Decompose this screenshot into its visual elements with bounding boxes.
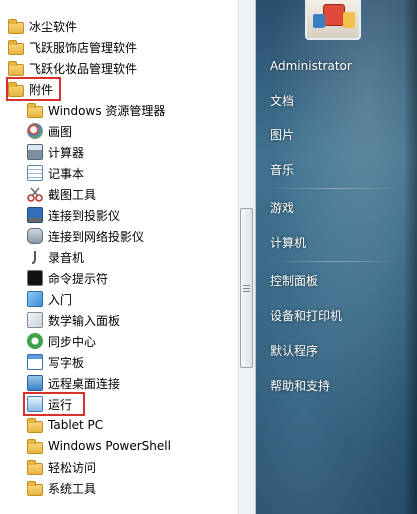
list-item-label: 录音机 [48,250,85,265]
list-item-label: 飞跃服饰店管理软件 [29,40,138,55]
list-item-network-projector[interactable]: 连接到网络投影仪 [27,226,144,246]
folder-icon [27,417,43,433]
cmd-icon [27,270,43,286]
list-item-sync-center[interactable]: 同步中心 [27,331,96,351]
list-item-snipping-tool[interactable]: 截图工具 [27,184,96,204]
right-link-default-programs[interactable]: 默认程序 [270,342,318,360]
right-link-pictures[interactable]: 图片 [270,126,294,144]
list-item-remote-desktop[interactable]: 远程桌面连接 [27,373,120,393]
explorer-icon [27,102,43,118]
list-item-label: 运行 [48,397,73,412]
list-item-label: 入门 [48,292,73,307]
projector-icon [27,207,43,223]
list-item-label: 远程桌面连接 [48,376,121,391]
list-item-folder[interactable]: 飞跃化妆品管理软件 [8,58,137,78]
programs-list: 冰尘软件 飞跃服饰店管理软件 飞跃化妆品管理软件 附件 Windows 资源管理… [0,0,238,514]
list-item-run[interactable]: 运行 [27,394,72,414]
right-link-games[interactable]: 游戏 [270,199,294,217]
folder-icon [8,18,24,34]
list-item-label: 系统工具 [48,481,97,496]
microphone-icon [27,249,43,265]
list-item-label: 计算器 [48,145,85,160]
list-item-label: Windows 资源管理器 [48,103,166,118]
list-item-projector[interactable]: 连接到投影仪 [27,205,120,225]
scissors-icon [27,186,43,202]
right-link-music[interactable]: 音乐 [270,161,294,179]
list-item-explorer[interactable]: Windows 资源管理器 [27,100,165,120]
right-link-administrator[interactable]: Administrator [270,57,352,75]
paint-icon [27,123,43,139]
list-item-folder[interactable]: 飞跃服饰店管理软件 [8,37,137,57]
list-item-label: 画图 [48,124,73,139]
list-item-math-input[interactable]: 数学输入面板 [27,310,120,330]
folder-icon [8,39,24,55]
scrollbar-grip [243,291,250,292]
user-picture-toy-red [323,4,345,26]
list-item-paint[interactable]: 画图 [27,121,72,141]
remote-desktop-icon [27,375,43,391]
list-item-label: Windows PowerShell [48,439,171,453]
sync-icon [27,333,43,349]
folder-icon [8,60,24,76]
getting-started-icon [27,291,43,307]
list-item-command-prompt[interactable]: 命令提示符 [27,268,108,288]
list-item-label: Tablet PC [48,418,104,432]
list-item-label: 命令提示符 [48,271,109,286]
user-picture-toy-blue [313,14,325,28]
list-item-sound-recorder[interactable]: 录音机 [27,247,84,267]
scrollbar-grip [243,285,250,286]
list-item-label: 连接到网络投影仪 [48,229,145,244]
list-item-folder[interactable]: Windows PowerShell [27,436,171,456]
list-item-accessories-folder[interactable]: 附件 [8,79,53,99]
list-item-folder[interactable]: 轻松访问 [27,457,96,477]
list-item-label: 连接到投影仪 [48,208,121,223]
right-link-help-support[interactable]: 帮助和支持 [270,377,330,395]
start-menu-right-pane [256,0,417,514]
list-item-label: 截图工具 [48,187,97,202]
folder-icon [8,81,24,97]
right-separator [266,188,401,189]
right-link-control-panel[interactable]: 控制面板 [270,272,318,290]
folder-icon [27,459,43,475]
folder-icon [27,438,43,454]
list-item-calculator[interactable]: 计算器 [27,142,84,162]
scrollbar-grip [243,288,250,289]
all-programs-pane: 冰尘软件 飞跃服饰店管理软件 飞跃化妆品管理软件 附件 Windows 资源管理… [0,0,256,514]
list-item-folder[interactable]: 冰尘软件 [8,16,77,36]
list-item-folder[interactable]: Tablet PC [27,415,103,435]
wordpad-icon [27,354,43,370]
list-item-label: 轻松访问 [48,460,97,475]
run-icon [27,396,43,412]
list-item-label: 冰尘软件 [29,19,78,34]
network-projector-icon [27,228,43,244]
right-separator [266,261,401,262]
calculator-icon [27,144,43,160]
folder-icon [27,480,43,496]
list-item-label: 写字板 [48,355,85,370]
list-item-label: 数学输入面板 [48,313,121,328]
user-picture-toy-yellow [343,12,355,28]
list-item-folder[interactable]: 系统工具 [27,478,96,498]
list-item-getting-started[interactable]: 入门 [27,289,72,309]
list-item-label: 记事本 [48,166,85,181]
list-item-notepad[interactable]: 记事本 [27,163,84,183]
list-item-label: 飞跃化妆品管理软件 [29,61,138,76]
math-input-icon [27,312,43,328]
notepad-icon [27,165,43,181]
user-picture[interactable] [305,0,361,40]
list-item-wordpad[interactable]: 写字板 [27,352,84,372]
list-item-label: 同步中心 [48,334,97,349]
right-link-computer[interactable]: 计算机 [270,234,306,252]
right-link-devices-printers[interactable]: 设备和打印机 [270,307,342,325]
list-item-label: 附件 [29,82,54,97]
right-link-documents[interactable]: 文档 [270,92,294,110]
